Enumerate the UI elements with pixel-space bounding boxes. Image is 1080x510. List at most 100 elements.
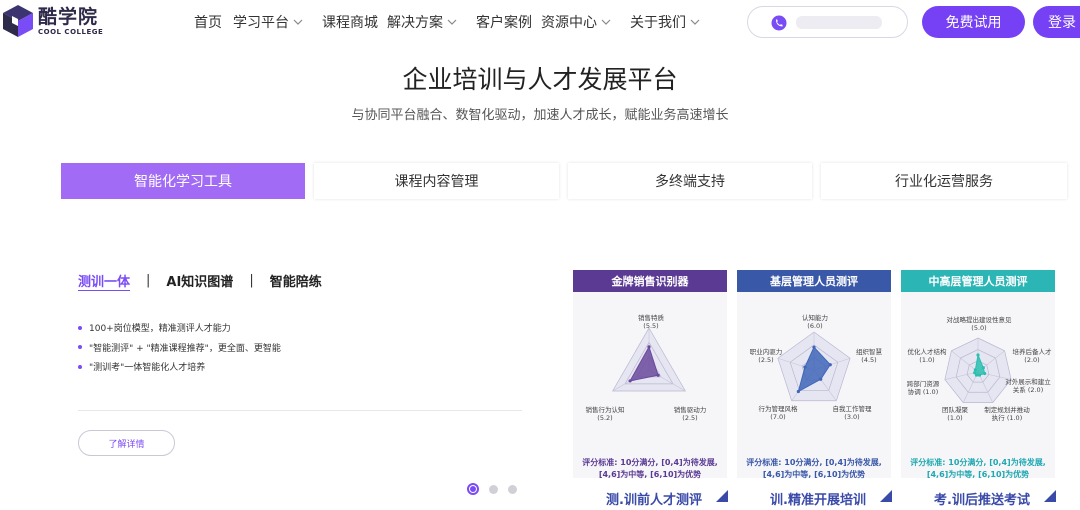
nav-item-about[interactable]: 关于我们 [630, 12, 700, 32]
sub-tab-smart-coach[interactable]: 智能陪练 [270, 271, 322, 290]
phone-contact[interactable] [747, 6, 908, 38]
chevron-down-icon [447, 19, 457, 25]
radar-point [647, 345, 651, 349]
score-standard: 评分标准: 10分满分, [0,4]为待发展, [4,6]为中等, [6,10]… [573, 457, 727, 481]
radar-label: 销售特质 (5.5) [638, 314, 664, 330]
radar-label: 行为管理风格 (7.0) [758, 405, 798, 421]
card-body: 销售特质 (5.5) 销售驱动力 (2.5) 销售行为认知 (5.2) 评分标准: 1… [573, 292, 727, 481]
login-button[interactable]: 登录 [1033, 6, 1080, 38]
sub-tab-ai-knowledge[interactable]: AI知识图谱 [166, 271, 233, 290]
phone-number-blurred [796, 16, 882, 29]
corner-triangle-icon [880, 490, 892, 502]
card-caption-test: 测.训前人才测评 [606, 493, 702, 508]
pager-dot[interactable] [508, 484, 517, 494]
radar-point [973, 368, 977, 372]
score-line: 评分标准: 10分满分, [0,4]为待发展, [910, 458, 1046, 467]
card-header: 基层管理人员测评 [737, 270, 891, 292]
radar-point [796, 389, 800, 394]
score-line: [4,6]为中等, [6,10]为优势 [926, 470, 1030, 479]
nav-item-label: 关于我们 [630, 15, 686, 31]
score-line: [4,6]为中等, [6,10]为优势 [598, 470, 702, 479]
tab-course-management[interactable]: 课程内容管理 [314, 163, 559, 199]
radar-label: 培养后备人才 (2.0) [1012, 348, 1052, 364]
card-caption-exam: 考.训后推送考试 [934, 493, 1030, 508]
main-nav: 首页 学习平台 课程商城 解决方案 客户案例 资源中心 关于我们 [194, 12, 700, 32]
radar-label: 跨部门资源 协调 (1.0) [906, 380, 940, 396]
corner-triangle-icon [1044, 490, 1056, 502]
nav-item-resources[interactable]: 资源中心 [541, 12, 611, 32]
radar-point [819, 377, 823, 381]
nav-item-label: 学习平台 [233, 15, 289, 31]
nav-item-label: 客户案例 [476, 15, 532, 31]
nav-item-home[interactable]: 首页 [194, 12, 222, 32]
radar-point [983, 371, 987, 376]
nav-item-solutions[interactable]: 解决方案 [387, 12, 457, 32]
radar-label: 自我工作管理 (3.0) [832, 405, 872, 421]
carousel-pager [467, 483, 527, 495]
brand-logo[interactable]: 酷学院 COOL COLLEGE [2, 4, 103, 38]
radar-label: 团队凝聚 (1.0) [942, 406, 968, 422]
assessment-card-frontline-manager: 基层管理人员测评 认知能力 (6.0) 组织智慧 (4.5) 自我工作管理 (3.0)… [737, 270, 891, 479]
page-subtitle: 与协同平台融合、数智化驱动，加速人才成长，赋能业务高速增长 [351, 108, 729, 123]
card-caption-train: 训.精准开展培训 [770, 493, 866, 508]
nav-item-label: 资源中心 [541, 15, 597, 31]
radar-label: 组织智慧 (4.5) [856, 348, 882, 364]
feature-list: 100+岗位模型，精准测评人才能力 "智能测评" + "精准课程推荐"，更全面、… [78, 318, 281, 377]
score-standard: 评分标准: 10分满分, [0,4]为待发展, [4,6]为中等, [6,10]… [901, 457, 1055, 481]
page: 酷学院 COOL COLLEGE 首页 学习平台 课程商城 解决方案 客户案例 … [0, 0, 1080, 510]
radar-point [812, 345, 816, 349]
radar-point [656, 373, 660, 377]
radar-point [828, 363, 832, 367]
sub-tabs: 测训一体 | AI知识图谱 | 智能陪练 [78, 271, 322, 290]
nav-item-cases[interactable]: 客户案例 [476, 12, 532, 32]
card-body: 对战略提出建设性意见 (5.0) 培养后备人才 (2.0) 对外展示和建立 关系 (2… [901, 292, 1055, 481]
sub-tab-separator: | [146, 273, 151, 288]
brand-name: 酷学院 [38, 6, 99, 28]
radar-label: 对战略提出建设性意见 (5.0) [946, 316, 1012, 332]
radar-label: 认知能力 (6.0) [802, 314, 828, 330]
nav-item-label: 首页 [194, 15, 222, 31]
bullet-dot [78, 364, 82, 369]
radar-point [973, 371, 977, 375]
chevron-down-icon [293, 19, 303, 25]
page-title: 企业培训与人才发展平台 [402, 65, 678, 94]
assessment-card-sales: 金牌销售识别器 销售特质 (5.5) 销售驱动力 (2.5) 销售行为认知 (5.2)… [573, 270, 727, 481]
nav-item-learning-platform[interactable]: 学习平台 [233, 12, 303, 32]
tab-smart-learning[interactable]: 智能化学习工具 [61, 163, 305, 199]
chevron-down-icon [690, 19, 700, 25]
tab-multi-terminal[interactable]: 多终端支持 [568, 163, 812, 199]
radar-label: 对外展示和建立 关系 (2.0) [1005, 378, 1051, 394]
divider [78, 410, 522, 411]
pager-dot[interactable] [489, 484, 498, 494]
free-trial-button[interactable]: 免费试用 [922, 6, 1025, 38]
bullet-dot [78, 345, 82, 350]
pager-dot-active[interactable] [467, 483, 479, 495]
score-line: 评分标准: 10分满分, [0,4]为待发展, [582, 458, 718, 467]
score-line: 评分标准: 10分满分, [0,4]为待发展, [746, 458, 882, 467]
radar-label: 优化人才结构 (1.0) [907, 348, 947, 364]
radar-label: 制定规划并推动 执行 (1.0) [984, 406, 1030, 422]
radar-label: 职业内驱力 (2.5) [749, 348, 783, 364]
card-body: 认知能力 (6.0) 组织智慧 (4.5) 自我工作管理 (3.0) 行为管理风格 (7… [737, 292, 891, 479]
sub-tab-test-train[interactable]: 测训一体 [78, 271, 130, 290]
phone-icon [771, 15, 787, 31]
brand-name-en: COOL COLLEGE [38, 28, 104, 36]
radar-label: 销售驱动力 (2.5) [673, 406, 707, 422]
list-item-text: "测训考"一体智能化人才培养 [89, 363, 206, 374]
corner-triangle-icon [716, 490, 728, 502]
radar-point [977, 373, 982, 377]
tab-industry-service[interactable]: 行业化运营服务 [821, 163, 1067, 199]
nav-item-course-mall[interactable]: 课程商城 [322, 12, 378, 32]
card-header: 金牌销售识别器 [573, 270, 727, 292]
assessment-card-senior-manager: 中高层管理人员测评 对战略提出建设性意见 (5.0) 培养后备人才 (2.0) 对外… [901, 270, 1055, 481]
radar-point [976, 353, 980, 357]
bullet-dot [78, 325, 82, 330]
nav-item-label: 课程商城 [322, 15, 378, 31]
cube-logo-icon [3, 5, 33, 37]
radar-label: 销售行为认知 (5.2) [585, 406, 625, 422]
list-item: 100+岗位模型，精准测评人才能力 [78, 318, 281, 338]
learn-more-button[interactable]: 了解详情 [78, 430, 175, 456]
list-item-text: 100+岗位模型，精准测评人才能力 [89, 324, 231, 335]
list-item: "智能测评" + "精准课程推荐"，更全面、更智能 [78, 338, 281, 358]
score-line: [4,6]为中等, [6,10]为优势 [762, 470, 866, 479]
